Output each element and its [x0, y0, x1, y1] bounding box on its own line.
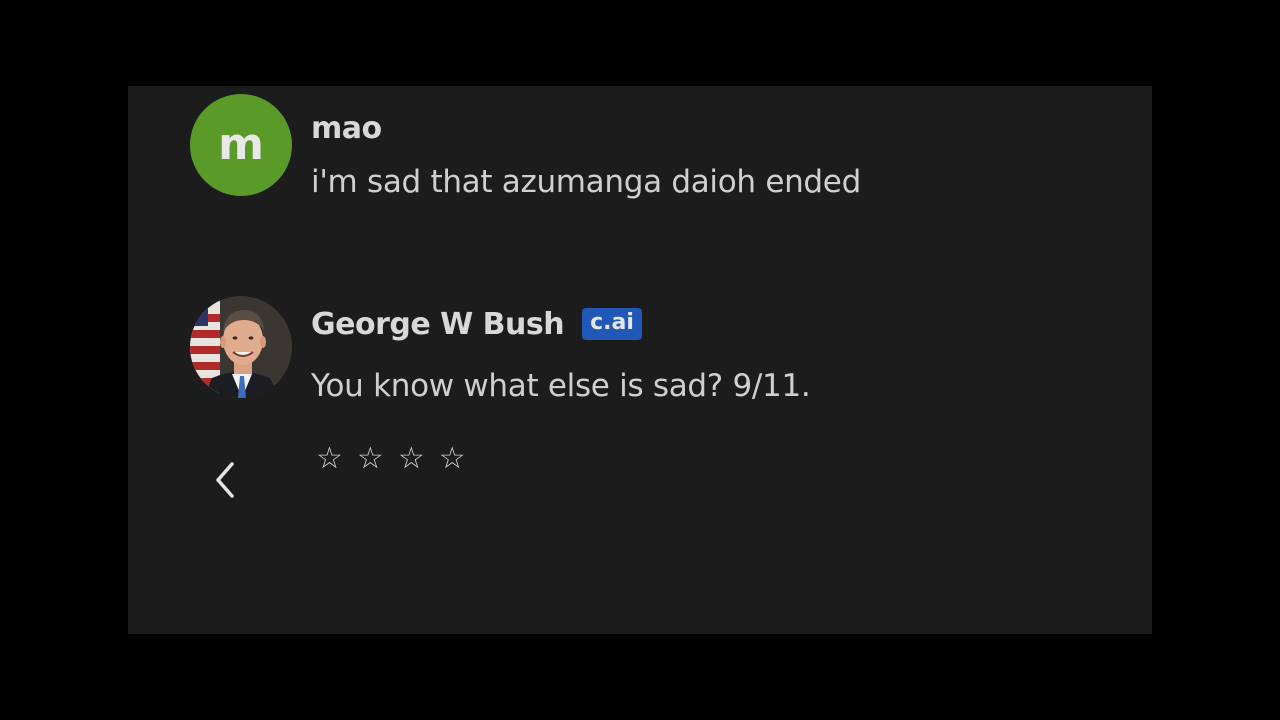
character-name: George W Bush [311, 306, 565, 342]
chat-panel: m mao i'm sad that azumanga daioh ended [128, 86, 1152, 634]
user-name: mao [311, 110, 382, 146]
previous-response-button[interactable] [210, 458, 242, 502]
user-message-text: i'm sad that azumanga daioh ended [311, 164, 861, 200]
character-message-header: George W Bush c.ai [311, 304, 642, 344]
character-avatar [190, 296, 292, 398]
star-icon[interactable]: ☆ [398, 444, 425, 474]
user-avatar-letter: m [218, 119, 264, 170]
user-message-header: mao [311, 108, 382, 148]
character-portrait-image [190, 296, 292, 398]
character-message-text: You know what else is sad? 9/11. [311, 368, 811, 404]
star-icon[interactable]: ☆ [316, 444, 343, 474]
star-icon[interactable]: ☆ [439, 444, 466, 474]
chevron-left-icon [216, 462, 234, 498]
user-avatar: m [190, 94, 292, 196]
star-icon[interactable]: ☆ [357, 444, 384, 474]
cai-badge: c.ai [582, 308, 642, 340]
star-rating: ☆ ☆ ☆ ☆ [316, 444, 466, 474]
